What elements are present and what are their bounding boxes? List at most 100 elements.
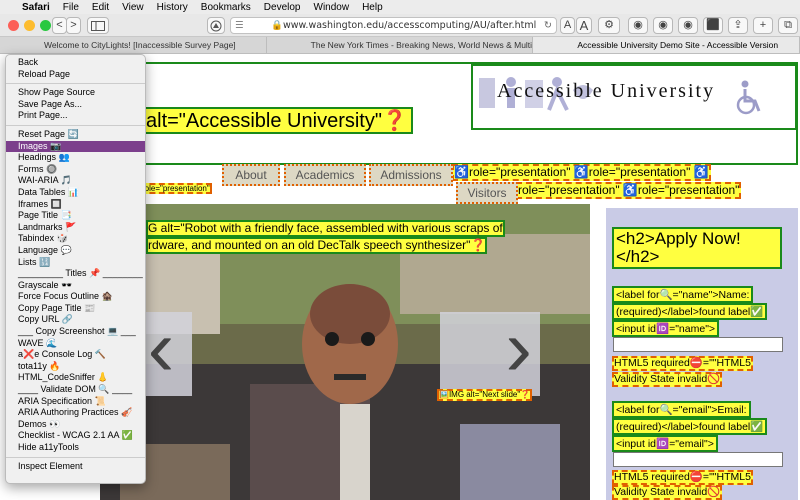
font-smaller-button[interactable]: A xyxy=(560,17,575,34)
menu-copy-page-title[interactable]: Copy Page Title 📰 xyxy=(6,303,145,315)
menu-copy-screenshot[interactable]: ___ Copy Screenshot 💻 ___ xyxy=(6,326,145,338)
menu-iframes[interactable]: Iframes 🔲 xyxy=(6,199,145,211)
menu-checklist-wcag[interactable]: Checklist - WCAG 2.1 AA ✅ xyxy=(6,430,145,442)
extension-1-icon[interactable]: ◉ xyxy=(628,17,648,34)
tab-nytimes[interactable]: The New York Times - Breaking News, Worl… xyxy=(267,37,534,53)
macos-menubar: Safari File Edit View History Bookmarks … xyxy=(0,0,800,14)
menu-force-focus-outline[interactable]: Force Focus Outline 🏚️ xyxy=(6,291,145,303)
menu-separator xyxy=(6,124,145,126)
menu-reload-page[interactable]: Reload Page xyxy=(6,69,145,81)
tab-citylights[interactable]: Welcome to CityLights! [Inaccessible Sur… xyxy=(0,37,267,53)
extension-icon[interactable] xyxy=(207,17,225,34)
tab-overview-icon[interactable]: ⧉ xyxy=(778,17,798,34)
menu-save-page-as[interactable]: Save Page As... xyxy=(6,99,145,111)
menu-reset-page[interactable]: Reset Page 🔄 xyxy=(6,129,145,141)
next-slide-button[interactable]: › xyxy=(440,303,540,396)
apply-heading: <h2>Apply Now!</h2> xyxy=(612,227,782,269)
context-menu: Back Reload Page Show Page Source Save P… xyxy=(5,54,146,484)
browser-toolbar: < > 🔒 ☰ www.washington.edu/accesscomputi… xyxy=(0,14,800,37)
extension-3-icon[interactable]: ◉ xyxy=(678,17,698,34)
menubar-file[interactable]: File xyxy=(63,2,79,13)
menubar-develop[interactable]: Develop xyxy=(264,2,301,13)
extension-2-icon[interactable]: ◉ xyxy=(653,17,673,34)
menu-print-page[interactable]: Print Page... xyxy=(6,110,145,122)
menu-hide-a11ytools[interactable]: Hide a11yTools xyxy=(6,442,145,454)
close-window-icon[interactable] xyxy=(8,20,19,31)
email-label-found: (required)</label>found label✅ xyxy=(612,418,768,435)
menu-wai-aria[interactable]: WAI-ARIA 🎵 xyxy=(6,175,145,187)
minimize-window-icon[interactable] xyxy=(24,20,35,31)
menu-forms[interactable]: Forms 🔘 xyxy=(6,164,145,176)
extension-4-icon[interactable]: ⬛ xyxy=(703,17,723,34)
menu-images[interactable]: Images 📷 xyxy=(6,140,145,153)
menubar-view[interactable]: View xyxy=(122,2,144,13)
nav-academics[interactable]: Academics xyxy=(284,164,366,186)
email-label: <label for🔍="email">Email: xyxy=(612,401,751,418)
menubar-history[interactable]: History xyxy=(157,2,188,13)
menu-axe-console-log[interactable]: a❌e Console Log 🔨 xyxy=(6,349,145,361)
logo-image[interactable]: Accessible University xyxy=(471,64,797,130)
tab-accessible-university[interactable]: Accessible University Demo Site - Access… xyxy=(533,37,800,53)
menu-grayscale[interactable]: Grayscale 🕶️ xyxy=(6,280,145,292)
sidebar-toggle-icon[interactable] xyxy=(87,17,109,34)
name-label: <label for🔍="name">Name: xyxy=(612,286,754,303)
font-larger-button[interactable]: A xyxy=(576,17,592,34)
tab-bar: Welcome to CityLights! [Inaccessible Sur… xyxy=(0,37,800,54)
email-input[interactable] xyxy=(613,452,783,467)
new-tab-button[interactable]: + xyxy=(753,17,773,34)
nav-admissions[interactable]: Admissions xyxy=(369,164,453,186)
menu-validate-dom[interactable]: ____ Validate DOM 🔍 ____ xyxy=(6,384,145,396)
email-input-id: <input id🆔="email"> xyxy=(612,435,718,452)
menubar-window[interactable]: Window xyxy=(314,2,350,13)
reload-icon[interactable]: ↻ xyxy=(544,18,552,33)
name-html5-required: HTML5 required⛔=""HTML5 xyxy=(612,356,753,371)
nav-about[interactable]: About xyxy=(222,164,280,186)
menu-lists[interactable]: Lists 🔢 xyxy=(6,257,145,269)
menu-wave[interactable]: WAVE 🌊 xyxy=(6,338,145,350)
slide-alt-label-1: G alt="Robot with a friendly face, assem… xyxy=(146,220,505,237)
menu-language[interactable]: Language 💬 xyxy=(6,245,145,257)
name-input[interactable] xyxy=(613,337,783,352)
zoom-window-icon[interactable] xyxy=(40,20,51,31)
menubar-help[interactable]: Help xyxy=(362,2,383,13)
settings-gear-icon[interactable]: ⚙ xyxy=(598,17,620,34)
menu-back[interactable]: Back xyxy=(6,57,145,69)
chevron-right-icon: › xyxy=(505,303,532,392)
menubar-app-name[interactable]: Safari xyxy=(22,2,50,13)
menu-page-title[interactable]: Page Title 📑 xyxy=(6,210,145,222)
share-icon[interactable]: ⇪ xyxy=(728,17,748,34)
menubar-edit[interactable]: Edit xyxy=(92,2,109,13)
name-validity-state: Validity State invalid🚫 xyxy=(612,372,723,387)
menubar-bookmarks[interactable]: Bookmarks xyxy=(201,2,251,13)
menu-aria-specification[interactable]: ARIA Specification 📜 xyxy=(6,396,145,408)
next-slide-alt-label: 🖼️IMG alt="Next slide"❓ xyxy=(437,389,533,401)
menu-titles[interactable]: _________ Titles 📌 ________ xyxy=(6,268,145,280)
back-button[interactable]: < xyxy=(52,17,67,34)
menu-show-page-source[interactable]: Show Page Source xyxy=(6,87,145,99)
menu-tabindex[interactable]: Tabindex 🎲 xyxy=(6,233,145,245)
role-presentation-row-1: ♿role="presentation" ♿role="presentation… xyxy=(452,164,711,181)
menu-inspect-element[interactable]: Inspect Element xyxy=(6,461,145,473)
email-html5-required: HTML5 required⛔=""HTML5 xyxy=(612,470,753,485)
menu-demos[interactable]: Demos 👀 xyxy=(6,419,145,431)
url-text: www.washington.edu/accesscomputing/AU/af… xyxy=(283,20,537,31)
wheelchair-icon xyxy=(736,80,761,115)
name-input-id: <input id🆔="name"> xyxy=(612,320,720,337)
role-presentation-row-2: role="presentation" ♿role="presentation" xyxy=(516,182,742,199)
menu-data-tables[interactable]: Data Tables 📊 xyxy=(6,187,145,199)
forward-button[interactable]: > xyxy=(66,17,81,34)
menu-tota11y[interactable]: tota11y 🔥 xyxy=(6,361,145,373)
menu-landmarks[interactable]: Landmarks 🚩 xyxy=(6,222,145,234)
email-validity-state: Validity State invalid🚫 xyxy=(612,485,723,500)
menu-headings[interactable]: Headings 👥 xyxy=(6,152,145,164)
menu-separator xyxy=(6,456,145,458)
reader-icon[interactable]: ☰ xyxy=(235,18,244,33)
address-bar[interactable]: 🔒 ☰ www.washington.edu/accesscomputing/A… xyxy=(230,17,557,34)
logo-title: Accessible University xyxy=(497,80,716,102)
role-presentation-label-1: role="presentation" xyxy=(140,183,212,194)
menu-aria-authoring-practices[interactable]: ARIA Authoring Practices 🎻 xyxy=(6,407,145,419)
nav-visitors[interactable]: Visitors xyxy=(456,182,518,204)
menu-copy-url[interactable]: Copy URL 🔗 xyxy=(6,314,145,326)
menu-html-codesniffer[interactable]: HTML_CodeSniffer 👃 xyxy=(6,372,145,384)
menu-separator xyxy=(6,83,145,85)
